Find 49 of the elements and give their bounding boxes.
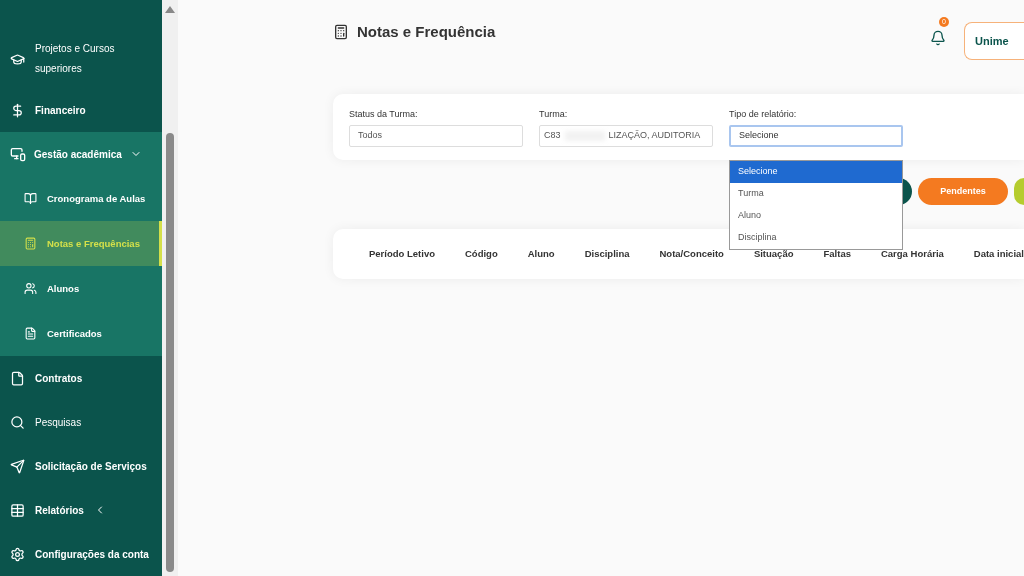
- bell-icon[interactable]: [930, 30, 946, 46]
- book-icon: [24, 192, 37, 206]
- sidebar-item[interactable]: Financeiro: [0, 88, 162, 133]
- column-header: Aluno: [527, 246, 555, 261]
- sidebar-item[interactable]: Contratos: [0, 356, 162, 401]
- sidebar-item[interactable]: Pesquisas: [0, 400, 162, 445]
- column-header: Nota/Conceito: [659, 246, 724, 261]
- dropdown-option[interactable]: Turma: [730, 183, 902, 205]
- column-header: Disciplina: [584, 246, 630, 261]
- sidebar-item[interactable]: Projetos e Cursos superiores: [0, 30, 162, 89]
- document-icon: [10, 370, 25, 386]
- class-field[interactable]: C83 LIZAÇÃO, AUDITORIA: [539, 124, 713, 147]
- calculator-icon: [333, 24, 349, 40]
- settings-icon: [10, 546, 25, 562]
- dropdown-option[interactable]: Aluno: [730, 205, 902, 227]
- field-label: Status da Turma:: [349, 108, 419, 121]
- status-field[interactable]: Todos: [349, 124, 523, 147]
- search-icon: [10, 414, 25, 430]
- column-header: Código: [465, 246, 498, 261]
- scroll-up-icon: [165, 6, 175, 13]
- dropdown-option[interactable]: Disciplina: [730, 227, 902, 249]
- sidebar-subitem[interactable]: Cronograma de Aulas: [0, 176, 162, 222]
- paper-plane-icon: [10, 458, 25, 474]
- sidebar-subitem[interactable]: Certificados: [0, 311, 162, 357]
- column-header: Período Letivo: [369, 246, 435, 261]
- sidebar-subitem[interactable]: Alunos: [0, 266, 162, 312]
- column-header: Carga Horária: [880, 246, 944, 261]
- field-label: Turma:: [539, 108, 569, 121]
- dollar-icon: [10, 103, 25, 118]
- account-button[interactable]: Unime: [964, 22, 1024, 60]
- action-button[interactable]: [1014, 178, 1024, 205]
- sidebar-item[interactable]: Configurações da conta: [0, 532, 162, 576]
- dropdown-option[interactable]: Selecione: [730, 161, 902, 183]
- document-icon: [24, 327, 37, 341]
- column-header: Situação: [753, 246, 794, 261]
- monitor-icon: [10, 146, 26, 163]
- table-icon: [10, 502, 25, 518]
- calculator-icon: [24, 237, 37, 251]
- scrollbar-thumb[interactable]: [166, 133, 174, 572]
- report-type-select[interactable]: Selecione: [729, 124, 903, 147]
- sidebar-item[interactable]: Gestão acadêmica: [0, 132, 162, 177]
- sidebar-item[interactable]: Solicitação de Serviços: [0, 444, 162, 489]
- column-header: Data inicial: [973, 246, 1024, 261]
- field-label: Tipo de relatório:: [729, 108, 798, 121]
- teacher-icon: [10, 51, 25, 67]
- column-header: Faltas: [823, 246, 851, 261]
- page-title: Notas e Frequência: [357, 21, 496, 42]
- sidebar-item[interactable]: Relatórios: [0, 488, 162, 533]
- users-icon: [24, 282, 37, 296]
